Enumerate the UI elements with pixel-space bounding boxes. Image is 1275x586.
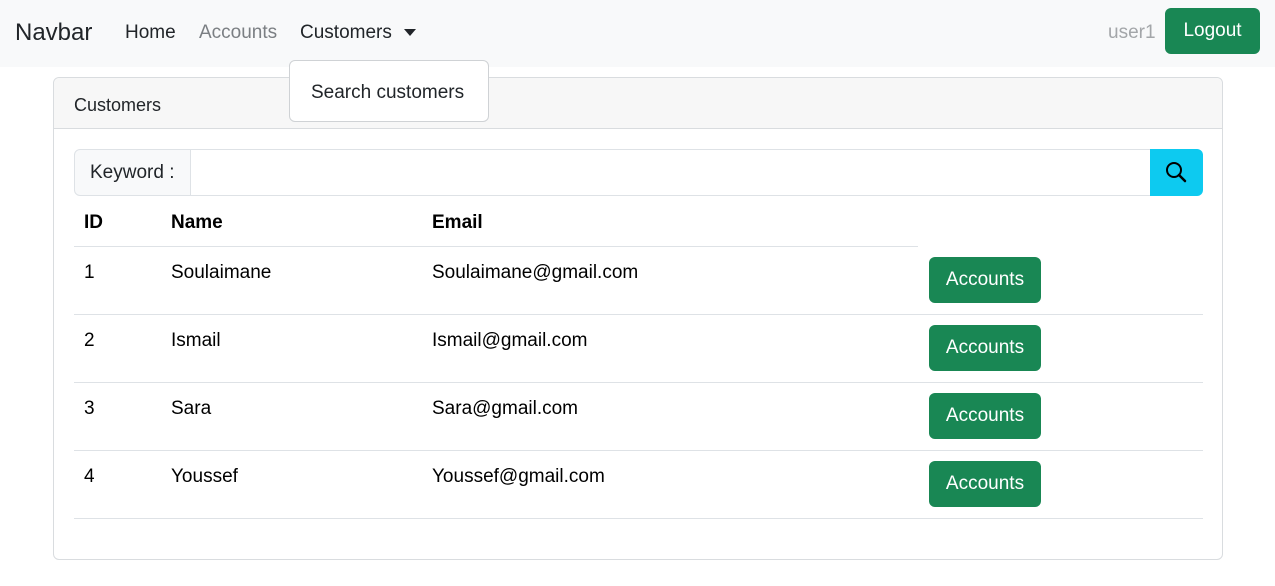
accounts-button[interactable]: Accounts (929, 325, 1041, 371)
table-row: 4 Youssef Youssef@gmail.com Accounts (74, 451, 1203, 519)
search-button[interactable] (1150, 149, 1203, 196)
cell-name: Youssef (171, 466, 238, 487)
table-row: 1 Soulaimane Soulaimane@gmail.com Accoun… (74, 247, 1203, 315)
cell-id: 2 (84, 330, 95, 351)
customers-card: Customers Keyword : ID Name Email 1 Soul… (53, 77, 1223, 560)
card-header: Customers (54, 78, 1222, 129)
card-title: Customers (74, 95, 162, 115)
cell-email: Youssef@gmail.com (432, 466, 605, 487)
header-name: Name (171, 212, 223, 233)
header-email: Email (432, 212, 483, 233)
accounts-button[interactable]: Accounts (929, 461, 1041, 507)
logout-button[interactable]: Logout (1165, 8, 1260, 54)
nav-link-accounts[interactable]: Accounts (199, 22, 277, 44)
cell-email: Ismail@gmail.com (432, 330, 588, 351)
cell-email: Soulaimane@gmail.com (432, 262, 639, 283)
accounts-button[interactable]: Accounts (929, 393, 1041, 439)
nav-link-home[interactable]: Home (125, 22, 176, 44)
cell-name: Ismail (171, 330, 221, 351)
cell-name: Soulaimane (171, 262, 272, 283)
cell-id: 4 (84, 466, 95, 487)
accounts-button[interactable]: Accounts (929, 257, 1041, 303)
cell-id: 3 (84, 398, 95, 419)
keyword-label: Keyword : (74, 149, 191, 196)
dropdown-item-search-customers[interactable]: Search customers (311, 82, 464, 104)
search-form: Keyword : (74, 149, 1203, 196)
header-id: ID (84, 212, 103, 233)
cell-email: Sara@gmail.com (432, 398, 578, 419)
caret-down-icon[interactable] (404, 29, 416, 36)
cell-id: 1 (84, 262, 95, 283)
nav-dropdown-customers[interactable]: Customers (300, 22, 392, 44)
table-row: 3 Sara Sara@gmail.com Accounts (74, 383, 1203, 451)
table-row: 2 Ismail Ismail@gmail.com Accounts (74, 315, 1203, 383)
cell-name: Sara (171, 398, 212, 419)
customers-dropdown-menu: Search customers (289, 60, 489, 122)
navbar: Navbar Home Accounts Customers user1 Log… (0, 0, 1275, 67)
keyword-input[interactable] (190, 149, 1151, 196)
search-icon (1166, 162, 1187, 183)
username-label: user1 (1108, 22, 1156, 43)
navbar-brand[interactable]: Navbar (15, 18, 92, 48)
